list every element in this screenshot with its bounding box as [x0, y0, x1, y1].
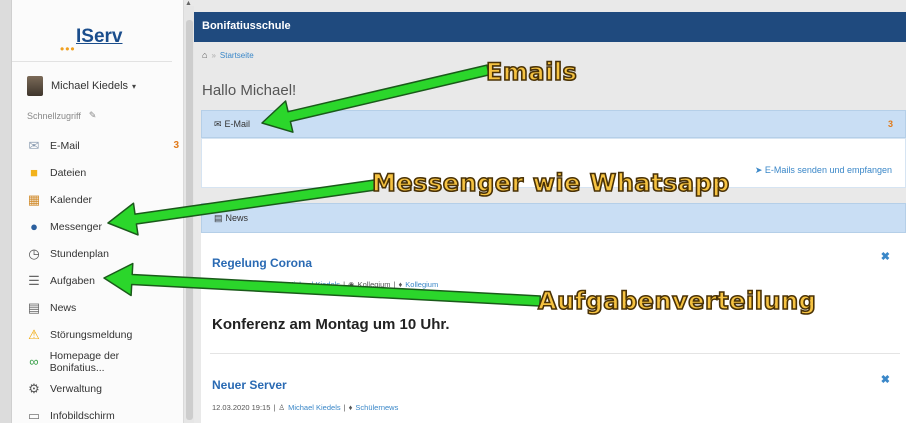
user-name: Michael Kiedels	[51, 80, 129, 92]
envelope-icon: ✉	[214, 118, 222, 129]
news-item-meta: 12.03.2020 19:11 | ♙ Michael Kiedels | ◉…	[212, 280, 439, 289]
news-tag-link[interactable]: Kollegium	[405, 280, 438, 289]
sidebar-item-label: Aufgaben	[50, 274, 95, 287]
iserv-logo[interactable]: ••• IServ	[12, 0, 172, 62]
monitor-icon: ▭	[27, 407, 41, 423]
sidebar-item-label: Verwaltung	[50, 382, 102, 395]
gear-icon: ⚙	[28, 380, 40, 396]
news-panel-header[interactable]: ▤ News	[201, 203, 906, 233]
screenshot-root: ••• IServ Michael Kiedels ▾ Schnellzugri…	[0, 0, 906, 423]
envelope-icon: ✉	[28, 137, 40, 153]
email-panel-title: E-Mail	[224, 119, 251, 129]
sidebar-item-messenger[interactable]: ● Messenger	[25, 213, 175, 240]
quick-access-label: Schnellzugriff	[27, 110, 81, 121]
sidebar-item-e-mail[interactable]: ✉ E-Mail 3	[25, 132, 179, 159]
news-author-link[interactable]: Michael Kiedels	[288, 403, 341, 412]
breadcrumb: ⌂ » Startseite	[202, 50, 254, 60]
annotation-emails: Emails	[485, 57, 578, 87]
sidebar: ••• IServ Michael Kiedels ▾ Schnellzugri…	[12, 0, 194, 423]
folder-icon: ■	[30, 165, 38, 180]
annotation-tasks: Aufgabenverteilung	[537, 286, 817, 316]
sidebar-item-label: Dateien	[50, 166, 87, 179]
news-tag-link[interactable]: Schülernews	[355, 403, 398, 412]
news-group: Kollegium	[357, 280, 391, 289]
sidebar-item-homepage-der-bonifatius[interactable]: ∞ Homepage der Bonifatius...	[25, 348, 175, 375]
window-edge-strip	[0, 0, 12, 423]
eye-icon: ◉	[348, 280, 355, 289]
sidebar-item-label: Homepage der Bonifatius...	[49, 349, 120, 374]
news-item-meta: 12.03.2020 19:15 | ♙ Michael Kiedels | ♦…	[212, 403, 399, 412]
close-icon[interactable]: ✖	[881, 373, 890, 386]
news-item-title[interactable]: Neuer Server	[212, 378, 287, 392]
sidebar-item-label: Messenger	[50, 220, 102, 233]
header-bar: Bonifatiusschule	[194, 12, 906, 42]
sidebar-item-dateien[interactable]: ■ Dateien	[25, 159, 175, 186]
sidebar-item-label: Störungsmeldung	[50, 328, 133, 341]
sidebar-item-label: E-Mail	[50, 139, 80, 152]
sidebar-scrollbar-thumb[interactable]	[186, 20, 193, 420]
sidebar-item-verwaltung[interactable]: ⚙ Verwaltung	[25, 375, 175, 402]
sidebar-item-label: News	[50, 301, 77, 314]
tag-icon: ♦	[348, 403, 353, 412]
sidebar-nav: ✉ E-Mail 3 ■ Dateien ▦ Kalender ● Messenger ◷ Stun…	[25, 132, 179, 423]
sidebar-item-st-rungsmeldung[interactable]: ⚠ Störungsmeldung	[25, 321, 175, 348]
news-item-title[interactable]: Regelung Corona	[212, 256, 312, 270]
quick-access-header: Schnellzugriff ✎	[27, 110, 96, 121]
news-item-body: Konferenz am Montag um 10 Uhr.	[212, 316, 450, 333]
breadcrumb-separator: »	[211, 50, 216, 60]
sidebar-item-stundenplan[interactable]: ◷ Stundenplan	[25, 240, 175, 267]
sidebar-item-aufgaben[interactable]: ☰ Aufgaben	[25, 267, 175, 294]
logo-dots: •••	[60, 42, 76, 56]
breadcrumb-current[interactable]: Startseite	[220, 51, 254, 60]
logo-text: IServ	[76, 26, 123, 47]
avatar	[27, 76, 43, 96]
newspaper-icon: ▤	[214, 212, 223, 223]
calendar-icon: ▦	[27, 191, 41, 207]
sidebar-item-infobildschirm[interactable]: ▭ Infobildschirm	[25, 402, 175, 423]
clipboard-icon: ☰	[28, 272, 40, 288]
link-icon: ∞	[29, 354, 39, 369]
home-icon[interactable]: ⌂	[202, 50, 207, 60]
sidebar-item-label: Infobildschirm	[50, 409, 115, 422]
news-date: 12.03.2020 19:15	[212, 403, 271, 412]
user-icon: ♙	[278, 403, 286, 412]
sidebar-item-news[interactable]: ▤ News	[25, 294, 175, 321]
annotation-messenger: Messenger wie Whatsapp	[371, 168, 730, 198]
sidebar-item-label: Kalender	[50, 193, 93, 206]
school-title[interactable]: Bonifatiusschule	[202, 20, 291, 32]
news-panel-title: News	[225, 213, 249, 223]
user-icon: ♙	[277, 280, 285, 289]
clock-icon: ◷	[28, 245, 40, 261]
send-receive-emails-link[interactable]: ➤ E-Mails senden und empfangen	[755, 165, 892, 176]
chat-bubbles-icon: ●	[30, 219, 38, 234]
news-date: 12.03.2020 19:11	[212, 280, 270, 289]
sidebar-item-label: Stundenplan	[50, 247, 109, 260]
page-title: Hallo Michael!	[202, 82, 297, 99]
tag-icon: ♦	[398, 280, 403, 289]
newspaper-icon: ▤	[27, 299, 41, 315]
chevron-down-icon: ▾	[132, 81, 137, 91]
close-icon[interactable]: ✖	[881, 250, 890, 263]
warning-icon: ⚠	[28, 326, 40, 342]
unread-count-badge: 3	[173, 140, 179, 151]
news-divider	[210, 353, 900, 354]
sidebar-item-kalender[interactable]: ▦ Kalender	[25, 186, 175, 213]
news-author-link[interactable]: Michael Kiedels	[288, 280, 341, 289]
user-menu[interactable]: Michael Kiedels ▾	[27, 72, 136, 100]
pencil-icon[interactable]: ✎	[89, 110, 97, 121]
email-count-badge: 3	[887, 119, 893, 129]
email-panel-header[interactable]: ✉ E-Mail 3	[201, 110, 906, 138]
